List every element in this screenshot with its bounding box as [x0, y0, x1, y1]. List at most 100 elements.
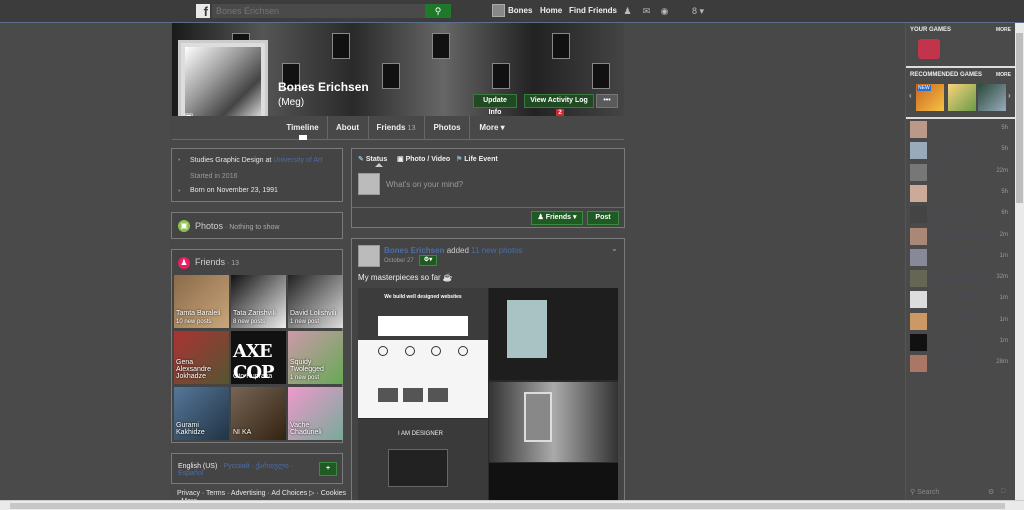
- user-avatar[interactable]: [492, 4, 505, 17]
- friend-requests-icon[interactable]: ♟: [622, 6, 633, 16]
- search-button[interactable]: ⚲: [425, 4, 451, 18]
- chevron-left-icon[interactable]: ‹: [909, 91, 912, 100]
- chat-contact-avatar: [910, 121, 927, 138]
- intro-started: Started in 2016: [190, 173, 237, 180]
- view-activity-label: View Activity Log: [530, 97, 588, 104]
- tab-friends[interactable]: Friends 13: [368, 116, 423, 140]
- footer-links[interactable]: Privacy · Terms · Advertising · Ad Choic…: [177, 489, 346, 497]
- language-current[interactable]: English (US): [178, 463, 217, 470]
- horizontal-scroll-thumb[interactable]: [10, 503, 1005, 509]
- composer-tab-status[interactable]: ✎ Status: [358, 155, 387, 163]
- post-options-chevron-icon[interactable]: ⌄: [611, 244, 618, 253]
- post-action-link[interactable]: 11 new photos: [471, 246, 522, 255]
- post-author[interactable]: Bones Erichsen: [384, 246, 444, 255]
- post-photo-desk[interactable]: I AM DESIGNER: [358, 419, 488, 500]
- friend-name[interactable]: Gena Alexsandre Jokhadze: [176, 359, 228, 380]
- post-photo-phone[interactable]: [489, 382, 618, 462]
- chat-contact[interactable]: Tamta Baraleli 5h: [910, 142, 1014, 160]
- chat-contact[interactable]: Nana Kvaratskhelia 2m: [910, 227, 1014, 246]
- friend-tile[interactable]: David Lolishvili 1 new post: [288, 275, 343, 328]
- right-sidebar: YOUR GAMES MORE RECOMMENDED GAMES MORE ‹…: [905, 23, 1016, 500]
- tab-about[interactable]: About: [327, 116, 367, 140]
- post-date[interactable]: October 27: [384, 258, 414, 264]
- friend-tile[interactable]: Gurami Kakhidze: [174, 387, 229, 440]
- tab-more[interactable]: More ▾: [469, 116, 514, 140]
- left-gutter: [0, 23, 170, 500]
- friend-name[interactable]: Squidy Twolegged: [290, 359, 342, 373]
- chat-contact[interactable]: Tata Zarishvili 1m: [910, 291, 1014, 309]
- game-tile-recommended[interactable]: [978, 84, 1006, 111]
- add-language-button[interactable]: +: [319, 462, 337, 476]
- facebook-logo-icon[interactable]: f: [196, 4, 210, 19]
- chat-contact[interactable]: Oto Kuprava 1m: [910, 334, 1014, 352]
- chat-contact[interactable]: Ani Natsvlishvili 1m: [910, 248, 1014, 267]
- nav-user-link[interactable]: Bones: [508, 6, 532, 15]
- post-photo-editor[interactable]: [489, 288, 618, 380]
- friend-name[interactable]: Tamta Baraleli: [176, 310, 228, 317]
- composer-tab-photo-video[interactable]: ▣ Photo / Video: [397, 155, 450, 163]
- photos-card[interactable]: ▣ Photos · Nothing to show: [171, 212, 343, 239]
- friend-tile[interactable]: Gena Alexsandre Jokhadze: [174, 331, 229, 384]
- vertical-scroll-thumb[interactable]: [1016, 33, 1023, 203]
- account-menu-icon[interactable]: 8 ▾: [688, 6, 708, 16]
- chat-contact-avatar: [910, 334, 927, 351]
- nav-home-link[interactable]: Home: [540, 6, 562, 15]
- friend-tile[interactable]: NI KA: [231, 387, 286, 440]
- chat-settings-gear-icon[interactable]: ⚙: [988, 488, 994, 496]
- top-bar: f ⚲ Bones Home Find Friends ♟ ✉ ◉ 8 ▾: [0, 0, 1024, 23]
- friend-name[interactable]: Tata Zarishvili: [233, 310, 285, 317]
- chat-contact[interactable]: David Lolishvili 6h: [910, 206, 1014, 224]
- recommended-games-more-link[interactable]: MORE: [996, 72, 1011, 78]
- post-button[interactable]: Post: [587, 211, 619, 225]
- chevron-right-icon[interactable]: ›: [1008, 91, 1011, 100]
- game-tile-recommended[interactable]: NEW: [916, 84, 944, 111]
- menu-badge: 8: [691, 6, 697, 16]
- nav-find-friends-link[interactable]: Find Friends: [569, 6, 617, 15]
- friend-name[interactable]: David Lolishvili: [290, 310, 342, 317]
- chat-contact[interactable]: Squidy Twolegged 5h: [910, 121, 1014, 139]
- friend-tile[interactable]: Squidy Twolegged 1 new post: [288, 331, 343, 384]
- vertical-scrollbar[interactable]: [1015, 23, 1024, 500]
- post-author-avatar[interactable]: [358, 245, 380, 267]
- post-photo-website[interactable]: We build well designed websites: [358, 288, 488, 418]
- audience-selector[interactable]: ♟ Friends ▾: [531, 211, 583, 225]
- post-photo-dark[interactable]: [489, 463, 618, 500]
- chat-contact-name: Nana Kvaratskhelia: [933, 231, 994, 239]
- chat-options-icon[interactable]: □: [1001, 488, 1005, 495]
- post-action: added: [446, 246, 469, 255]
- post-privacy-selector[interactable]: ⚙▾: [419, 255, 437, 266]
- game-tile-recommended[interactable]: [948, 84, 976, 111]
- horizontal-scrollbar[interactable]: [0, 500, 1024, 510]
- tab-photos[interactable]: Photos: [424, 116, 469, 140]
- friend-name[interactable]: Gurami Kakhidze: [176, 422, 228, 436]
- view-activity-log-button[interactable]: View Activity Log2: [524, 94, 594, 117]
- friend-tile[interactable]: Tata Zarishvili 8 new posts: [231, 275, 286, 328]
- chat-search-input[interactable]: ⚲ Search: [910, 488, 939, 496]
- friend-name[interactable]: Vache Chaduneli: [290, 422, 342, 436]
- composer-input[interactable]: What's on your mind?: [386, 180, 463, 189]
- friend-name[interactable]: NI KA: [233, 429, 285, 436]
- chat-contact[interactable]: NI KA 22m: [910, 163, 1014, 182]
- chat-contact[interactable]: Gena Alexsandre J... 28m: [910, 355, 1014, 373]
- friends-audience-icon: ♟: [537, 214, 544, 221]
- search-input[interactable]: [212, 4, 425, 18]
- more-options-button[interactable]: •••: [596, 94, 618, 108]
- friend-tile[interactable]: Oto Kuprava AXE COP: [231, 331, 286, 384]
- composer-tab-life-event[interactable]: ⚑ Life Event: [456, 155, 498, 163]
- friend-tile[interactable]: Tamta Baraleli 10 new posts: [174, 275, 229, 328]
- chat-contact[interactable]: Natia Arughashvili 32m: [910, 270, 1014, 288]
- game-tile-your[interactable]: [918, 39, 940, 59]
- update-info-button[interactable]: Update Info: [473, 94, 517, 116]
- friends-title[interactable]: Friends · 13: [195, 257, 239, 267]
- chat-contact[interactable]: Tamara Shengelia 5h: [910, 184, 1014, 203]
- chat-contact[interactable]: Vache Chaduneli 1m: [910, 312, 1014, 331]
- chat-contact-avatar: [910, 142, 927, 160]
- post-photo-grid[interactable]: We build well designed websites I AM DES…: [358, 288, 618, 500]
- profile-name: Bones Erichsen: [278, 80, 369, 94]
- notifications-icon[interactable]: ◉: [659, 6, 670, 16]
- messages-icon[interactable]: ✉: [641, 6, 652, 16]
- friend-tile[interactable]: Vache Chaduneli: [288, 387, 343, 440]
- intro-school-link[interactable]: University of Art: [273, 157, 322, 164]
- tab-friends-label: Friends: [376, 123, 406, 132]
- your-games-more-link[interactable]: MORE: [996, 27, 1011, 33]
